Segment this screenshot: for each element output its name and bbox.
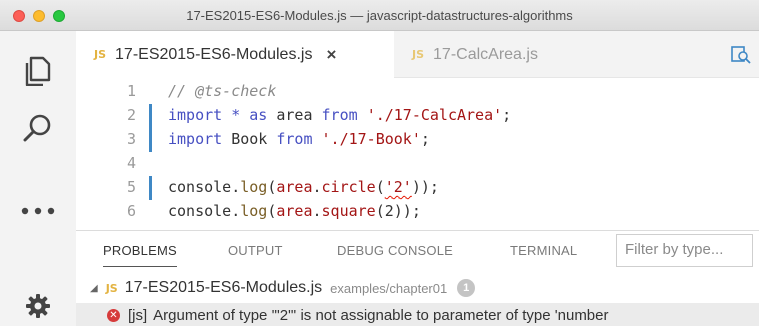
code-token: as	[249, 106, 268, 124]
line-number: 1	[126, 82, 136, 100]
code-text: import * as area from './17-CalcArea';	[168, 106, 511, 124]
explorer-button[interactable]	[0, 46, 76, 96]
js-file-icon: JS	[105, 281, 118, 295]
code-token: console	[168, 202, 232, 220]
code-token: .	[231, 202, 241, 220]
search-icon	[23, 113, 53, 143]
code-token: './17-Book'	[321, 130, 421, 148]
problem-file-name: 17-ES2015-ES6-Modules.js	[124, 279, 323, 296]
code-token: (2));	[375, 202, 421, 220]
code-token: area	[267, 106, 322, 124]
more-button[interactable]	[0, 186, 76, 236]
code-text: console.log(area.circle('2'));	[168, 178, 439, 196]
problem-file-group[interactable]: ◢ JS 17-ES2015-ES6-Modules.js examples/c…	[76, 275, 759, 301]
line-number: 3	[126, 130, 136, 148]
close-tab-icon[interactable]: ×	[326, 45, 336, 65]
bottom-panel: PROBLEMS OUTPUT DEBUG CONSOLE TERMINAL F…	[76, 230, 759, 326]
open-changes-icon[interactable]	[731, 45, 751, 70]
code-token: .	[312, 178, 322, 196]
problem-message: Argument of type '"2"' is not assignable…	[153, 306, 609, 324]
code-line[interactable]: 4	[76, 152, 759, 176]
search-button[interactable]	[0, 103, 76, 153]
code-line[interactable]: 3 import Book from './17-Book';	[76, 128, 759, 152]
tab-problems[interactable]: PROBLEMS	[103, 243, 177, 267]
code-token: from	[276, 130, 313, 148]
problem-file-path: examples/chapter01	[330, 280, 448, 296]
tab-label: 17-ES2015-ES6-Modules.js	[115, 45, 313, 63]
code-token: './17-CalcArea'	[366, 106, 503, 124]
activity-bar	[0, 31, 76, 326]
code-token: console	[168, 178, 232, 196]
code-token: (	[375, 178, 385, 196]
problem-source: [js]	[128, 306, 148, 324]
code-token: square	[321, 202, 376, 220]
tab-es2015-modules[interactable]: JS 17-ES2015-ES6-Modules.js ×	[76, 31, 394, 78]
expand-icon[interactable]: ◢	[90, 283, 98, 294]
code-editor[interactable]: 1 // @ts-check 2 import * as area from './1…	[76, 78, 759, 230]
code-token: import	[168, 106, 223, 124]
line-number: 5	[126, 178, 136, 196]
git-change-marker[interactable]	[149, 128, 152, 152]
code-token: '2'	[384, 178, 412, 196]
code-token: .	[231, 178, 241, 196]
tab-debug-console[interactable]: DEBUG CONSOLE	[337, 243, 453, 258]
code-line[interactable]: 2 import * as area from './17-CalcArea';	[76, 104, 759, 128]
window-title: 17-ES2015-ES6-Modules.js — javascript-da…	[186, 8, 573, 23]
tab-output[interactable]: OUTPUT	[228, 243, 283, 258]
js-file-icon: JS	[412, 48, 425, 61]
js-file-icon: JS	[94, 48, 107, 61]
tab-calcarea[interactable]: JS 17-CalcArea.js	[394, 31, 594, 78]
code-token: ;	[502, 106, 512, 124]
code-line[interactable]: 5 console.log(area.circle('2'));	[76, 176, 759, 200]
code-line[interactable]: 6 console.log(area.square(2));	[76, 200, 759, 224]
code-token: *	[222, 106, 250, 124]
tab-label: 17-CalcArea.js	[433, 45, 538, 63]
line-number: 2	[126, 106, 136, 124]
code-token: from	[321, 106, 358, 124]
code-token: circle	[321, 178, 376, 196]
title-bar: 17-ES2015-ES6-Modules.js — javascript-da…	[0, 0, 759, 31]
code-token: import	[168, 130, 223, 148]
code-text: import Book from './17-Book';	[168, 130, 430, 148]
settings-button[interactable]	[0, 281, 76, 326]
line-number: 6	[126, 202, 136, 220]
code-token: log	[240, 202, 268, 220]
panel-tabs: PROBLEMS OUTPUT DEBUG CONSOLE TERMINAL F…	[76, 231, 759, 271]
code-token: area	[276, 202, 313, 220]
code-text: // @ts-check	[168, 82, 276, 100]
explorer-icon	[25, 56, 51, 86]
code-token: Book	[222, 130, 277, 148]
gear-icon	[25, 293, 51, 319]
editor-tab-bar: JS 17-ES2015-ES6-Modules.js × JS 17-Calc…	[76, 31, 759, 78]
git-change-marker[interactable]	[149, 104, 152, 128]
error-icon: ✕	[107, 308, 120, 322]
git-change-marker[interactable]	[149, 176, 152, 200]
code-token: ));	[411, 178, 439, 196]
code-line[interactable]: 1 // @ts-check	[76, 80, 759, 104]
tab-terminal[interactable]: TERMINAL	[510, 243, 577, 258]
code-token: ;	[420, 130, 430, 148]
code-token: area	[276, 178, 313, 196]
code-token: log	[240, 178, 268, 196]
code-token: // @ts-check	[168, 82, 277, 100]
code-text: console.log(area.square(2));	[168, 202, 421, 220]
problem-count-badge: 1	[457, 279, 476, 297]
code-token: .	[312, 202, 322, 220]
problem-row[interactable]: ✕ [js] Argument of type '"2"' is not ass…	[76, 303, 759, 326]
more-icon	[21, 207, 55, 215]
problems-filter-input[interactable]: Filter by type...	[616, 234, 753, 267]
line-number: 4	[126, 154, 136, 172]
